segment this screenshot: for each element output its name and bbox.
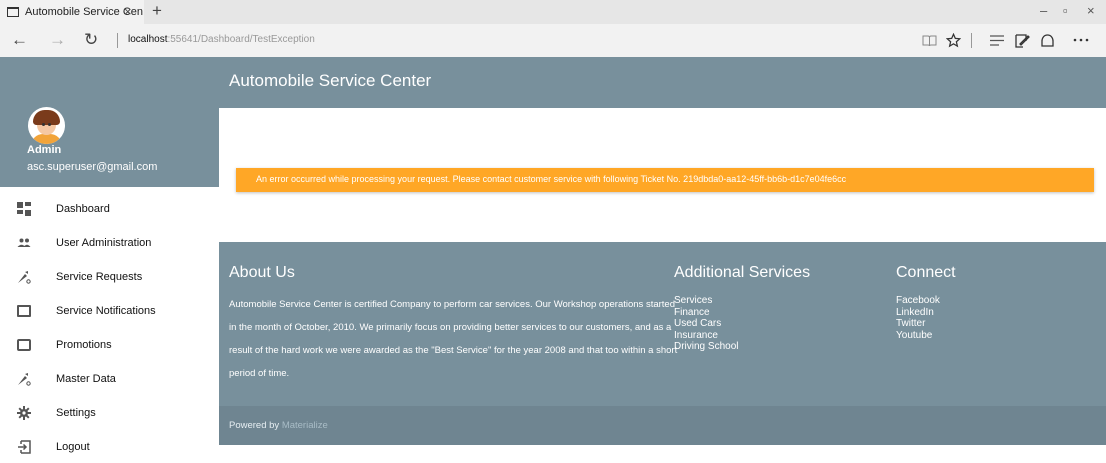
footer-link-twitter[interactable]: Twitter — [896, 318, 940, 330]
about-heading: About Us — [229, 264, 295, 281]
close-tab-icon[interactable]: × — [124, 4, 132, 19]
footer-link-driving-school[interactable]: Driving School — [674, 341, 738, 353]
sidebar-item-label: Service Requests — [56, 271, 143, 283]
sidebar-item-settings[interactable]: Settings — [0, 396, 219, 430]
forward-button[interactable]: → — [49, 30, 66, 50]
share-icon[interactable] — [1040, 33, 1055, 48]
wrench-icon — [18, 373, 31, 386]
dashboard-icon — [17, 202, 31, 216]
sidebar-item-label: Promotions — [56, 339, 112, 351]
restore-button[interactable]: ▫ — [1063, 3, 1068, 18]
address-bar: ← → ↻ localhost:55641/Dashboard/TestExce… — [0, 24, 1106, 57]
sidebar-item-promotions[interactable]: Promotions — [0, 328, 219, 362]
message-icon — [17, 305, 31, 317]
connect-heading: Connect — [896, 264, 956, 281]
about-text: Automobile Service Center is certified C… — [229, 299, 678, 379]
url-host: localhost — [128, 34, 168, 45]
error-message: An error occurred while processing your … — [256, 174, 847, 184]
toolbar-divider — [971, 33, 972, 48]
footer-copyright: Powered by Materialize — [219, 406, 1106, 445]
sidebar-item-label: Logout — [56, 441, 90, 453]
footer-link-facebook[interactable]: Facebook — [896, 295, 940, 307]
footer-link-youtube[interactable]: Youtube — [896, 330, 940, 342]
logout-icon — [18, 440, 31, 454]
more-icon[interactable] — [1073, 38, 1089, 42]
wrench-icon — [18, 271, 31, 284]
app-header: Automobile Service Center — [219, 57, 1106, 108]
user-name: Admin — [27, 144, 62, 156]
user-email: asc.superuser@gmail.com — [27, 161, 158, 173]
materialize-link[interactable]: Materialize — [282, 420, 328, 431]
url-path: :55641/Dashboard/TestException — [167, 34, 315, 45]
services-heading: Additional Services — [674, 264, 811, 281]
sidebar-item-label: Master Data — [56, 373, 116, 385]
user-profile: Admin asc.superuser@gmail.com — [0, 57, 219, 187]
powered-by: Powered by Materialize — [229, 420, 328, 431]
sidebar-item-label: Settings — [56, 407, 96, 419]
page-icon — [7, 7, 19, 17]
sidebar-item-label: Dashboard — [56, 203, 110, 215]
people-icon — [17, 238, 31, 247]
sidebar-item-dashboard[interactable]: Dashboard — [0, 192, 219, 226]
page-footer: About Us Automobile Service Center is ce… — [219, 242, 1106, 406]
box-icon — [17, 339, 31, 351]
footer-link-insurance[interactable]: Insurance — [674, 330, 738, 342]
refresh-button[interactable]: ↻ — [84, 30, 98, 50]
avatar[interactable] — [28, 107, 65, 144]
back-button[interactable]: ← — [11, 30, 28, 50]
book-icon[interactable] — [922, 34, 937, 47]
browser-tab[interactable]: Automobile Service Cen × — [0, 0, 144, 24]
footer-link-finance[interactable]: Finance — [674, 307, 738, 319]
footer-link-used-cars[interactable]: Used Cars — [674, 318, 738, 330]
sidebar-item-logout[interactable]: Logout — [0, 430, 219, 463]
hub-icon[interactable] — [990, 35, 1004, 46]
new-tab-button[interactable]: + — [152, 1, 162, 21]
url-field[interactable]: localhost:55641/Dashboard/TestException — [128, 34, 315, 45]
error-alert: An error occurred while processing your … — [236, 168, 1094, 192]
sidebar-item-label: User Administration — [56, 237, 152, 249]
app-title[interactable]: Automobile Service Center — [229, 71, 431, 91]
sidebar: Admin asc.superuser@gmail.com Dashboard … — [0, 57, 219, 463]
sidebar-item-label: Service Notifications — [56, 305, 156, 317]
address-divider — [117, 33, 118, 48]
sidebar-item-service-notifications[interactable]: Service Notifications — [0, 294, 219, 328]
connect-list: Facebook LinkedIn Twitter Youtube — [896, 295, 940, 341]
footer-link-services[interactable]: Services — [674, 295, 738, 307]
gear-icon — [17, 406, 31, 420]
services-list: Services Finance Used Cars Insurance Dri… — [674, 295, 738, 353]
close-window-button[interactable]: × — [1087, 3, 1095, 18]
star-icon[interactable] — [946, 33, 961, 48]
powered-by-label: Powered by — [229, 420, 280, 431]
browser-tab-bar: Automobile Service Cen × + – ▫ × — [0, 0, 1106, 24]
sidebar-item-service-requests[interactable]: Service Requests — [0, 260, 219, 294]
sidebar-item-master-data[interactable]: Master Data — [0, 362, 219, 396]
pen-icon[interactable] — [1015, 33, 1030, 48]
minimize-button[interactable]: – — [1040, 3, 1047, 18]
footer-link-linkedin[interactable]: LinkedIn — [896, 307, 940, 319]
sidebar-item-user-administration[interactable]: User Administration — [0, 226, 219, 260]
